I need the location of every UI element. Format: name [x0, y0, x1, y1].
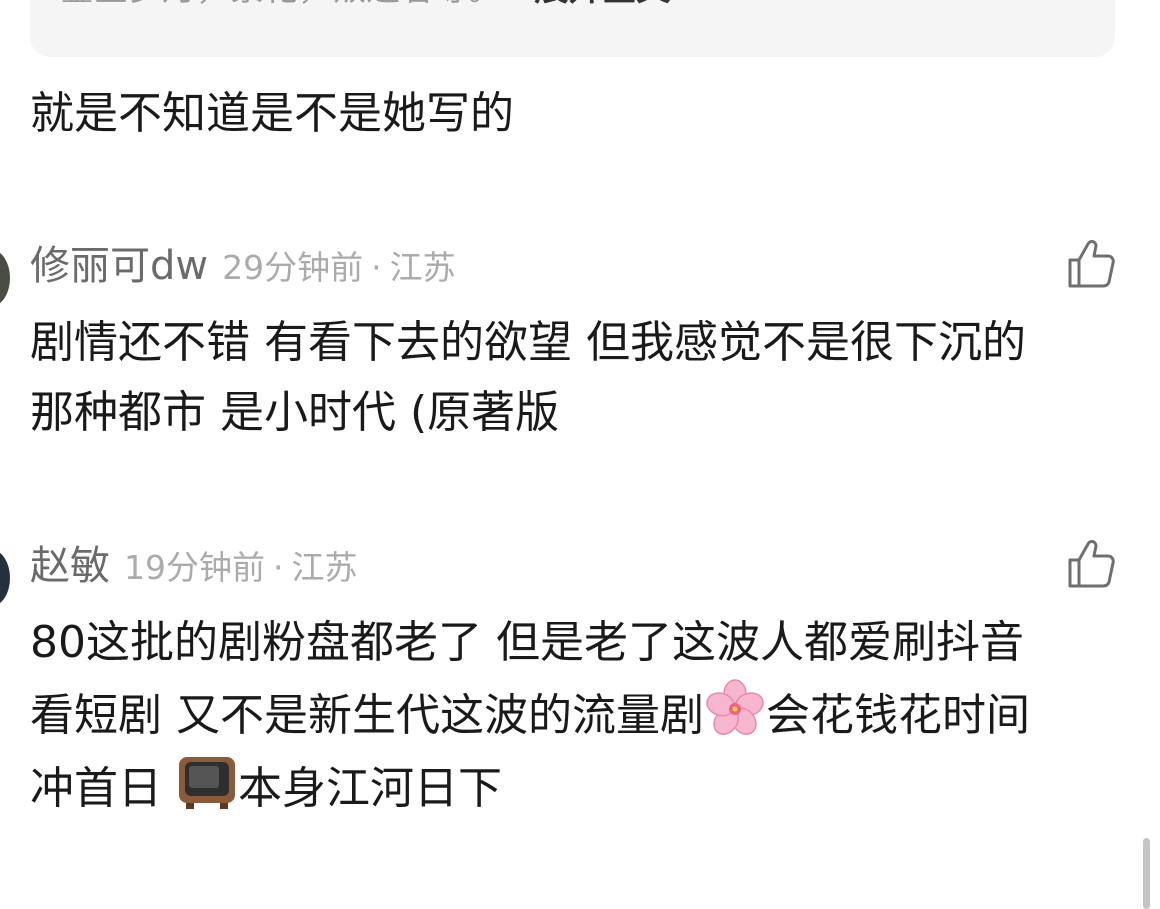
cherry-blossom-icon [706, 679, 764, 735]
avatar[interactable] [0, 550, 10, 606]
expand-full-text-link[interactable]: 展开全文 [534, 0, 695, 9]
comment-username[interactable]: 赵敏 [30, 538, 110, 594]
comment-location: 江苏 [389, 248, 456, 287]
comment-meta: 修丽可dw 29分钟前 · 江苏 [30, 238, 456, 296]
comment-line-text: 会花钱花时间 [766, 690, 1030, 741]
comment-time: 29分钟前 [222, 248, 364, 287]
comment-line-text: 看短剧 又不是新生代这波的流量剧 [30, 690, 704, 741]
expand-label: 展开全文 [534, 0, 670, 9]
reply-text: 就是不知道是不是她写的 [30, 88, 514, 139]
comment-line-text: 冲首日 [30, 763, 176, 814]
meta-separator: · [371, 248, 382, 287]
comment-line: 冲首日 本身江河日下 [30, 751, 1120, 824]
comment-line: 剧情还不错 有看下去的欲望 但我感觉不是很下沉的 [30, 317, 1026, 368]
meta-separator: · [273, 548, 284, 587]
quoted-post-card[interactable]: 鎏金岁月，繁花，叛逆者等。...展开全文 [30, 0, 1115, 57]
comment-body: 剧情还不错 有看下去的欲望 但我感觉不是很下沉的 那种都市 是小时代 (原著版 [30, 308, 1120, 448]
television-icon [179, 757, 235, 809]
comment-line: 看短剧 又不是新生代这波的流量剧 会花钱花时间 [30, 678, 1120, 751]
comment-username[interactable]: 修丽可dw [30, 238, 208, 294]
comment-time: 19分钟前 [124, 548, 265, 587]
comment-body: 80这批的剧粉盘都老了 但是老了这波人都爱刷抖音 看短剧 又不是新生代这波的流量… [30, 608, 1120, 824]
thumbs-up-icon[interactable] [1066, 538, 1116, 590]
thumbs-up-icon[interactable] [1066, 238, 1116, 290]
comment-location: 江苏 [291, 548, 358, 587]
scrollbar[interactable] [1143, 838, 1150, 909]
comment-line: 80这批的剧粉盘都老了 但是老了这波人都爱刷抖音 [30, 617, 1024, 668]
avatar[interactable] [0, 250, 10, 306]
quoted-post-text: 鎏金岁月，繁花，叛逆者等。... [60, 0, 534, 9]
comment-line-text: 本身江河日下 [238, 763, 502, 814]
comment-line: 那种都市 是小时代 (原著版 [30, 387, 560, 438]
quoted-post-excerpt: 鎏金岁月，繁花，叛逆者等。...展开全文 [60, 0, 695, 12]
comment-meta: 赵敏 19分钟前 · 江苏 [30, 538, 358, 596]
